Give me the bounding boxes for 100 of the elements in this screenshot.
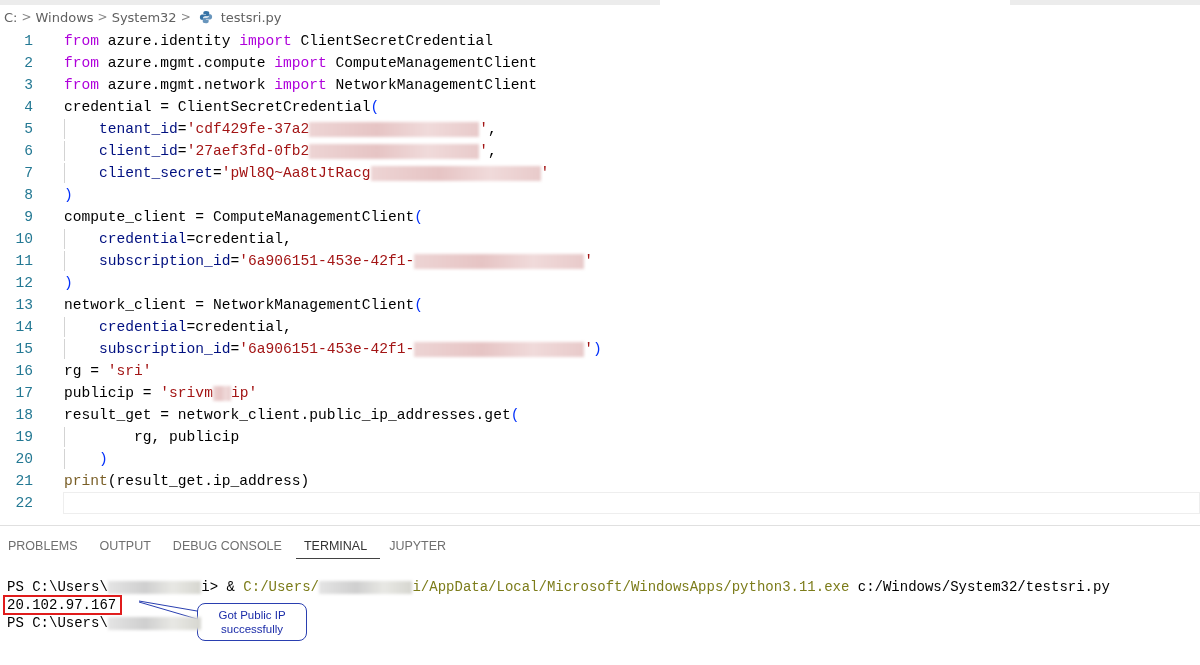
- code-token: (: [510, 407, 520, 423]
- code-token: subscription_id: [98, 341, 231, 357]
- line-number: 7: [23, 165, 33, 181]
- line-number: 16: [14, 363, 33, 379]
- code-token: print: [64, 473, 108, 489]
- code-token: '6a906151-453e-42f1-: [239, 253, 415, 269]
- line-number: 22: [14, 495, 33, 511]
- line-number: 10: [14, 231, 33, 247]
- code-token: publicip =: [64, 385, 153, 401]
- code-token: =: [230, 253, 240, 269]
- code-token: ): [64, 187, 73, 203]
- line-number: 2: [23, 55, 33, 71]
- code-token: azure.mgmt.compute: [106, 55, 267, 71]
- code-token: from: [64, 33, 100, 49]
- line-number: 19: [14, 429, 33, 445]
- code-token: =: [177, 143, 187, 159]
- terminal-text: 20.102.97.167: [7, 597, 117, 613]
- code-token: compute_client = ComputeManagementClient: [64, 209, 415, 225]
- breadcrumb-separator: >: [97, 10, 108, 24]
- code-token: ): [98, 451, 108, 467]
- code-token: ip': [230, 385, 258, 401]
- terminal-text: i> &: [201, 579, 236, 595]
- line-number: 6: [23, 143, 33, 159]
- code-token: ,: [488, 121, 497, 137]
- line-number: 21: [14, 473, 33, 489]
- panel-tab[interactable]: OUTPUT: [91, 533, 164, 559]
- line-number: 9: [23, 209, 33, 225]
- blurred-text: [212, 385, 231, 401]
- breadcrumb-item[interactable]: System32: [111, 9, 177, 25]
- code-token: ComputeManagementClient: [334, 55, 537, 71]
- code-token: client_id: [98, 143, 178, 159]
- code-token: client_secret: [98, 165, 213, 181]
- panel-tab[interactable]: TERMINAL: [295, 533, 381, 559]
- terminal-text: PS C:\Users\: [7, 615, 108, 631]
- callout-text: Got Public IP: [218, 608, 286, 622]
- code-token: import: [274, 77, 327, 93]
- line-number: 12: [14, 275, 33, 291]
- terminal-text: C:/Users/: [243, 579, 319, 595]
- panel-tab[interactable]: PROBLEMS: [0, 533, 91, 559]
- code-token: (: [414, 297, 424, 313]
- code-token: tenant_id: [98, 121, 178, 137]
- line-number: 1: [23, 33, 33, 49]
- code-token: credential = ClientSecretCredential: [64, 99, 371, 115]
- line-number: 14: [14, 319, 33, 335]
- code-token: ': [540, 165, 550, 181]
- breadcrumb-item[interactable]: testsri.py: [220, 9, 282, 25]
- terminal-text: i/AppData/Local/Microsoft/WindowsApps/python3.11.exe: [412, 579, 850, 595]
- code-token: credential: [98, 231, 187, 247]
- code-token: ': [479, 143, 488, 159]
- code-token: =: [230, 341, 240, 357]
- code-token: ,: [488, 143, 497, 159]
- code-token: =: [177, 121, 187, 137]
- panel-tab[interactable]: DEBUG CONSOLE: [164, 533, 295, 559]
- breadcrumb-item[interactable]: C:: [4, 9, 18, 25]
- line-number: 17: [14, 385, 33, 401]
- breadcrumb-item[interactable]: Windows: [35, 9, 94, 25]
- code-token: ): [593, 341, 602, 357]
- callout-text: successfully: [221, 622, 283, 636]
- code-token: (: [414, 209, 424, 225]
- line-number: 5: [23, 121, 33, 137]
- line-number: 20: [14, 451, 33, 467]
- code-token: ClientSecretCredential: [299, 33, 494, 49]
- terminal-text: c:/Windows/System32/testsri.py: [856, 579, 1110, 595]
- line-number: 4: [23, 99, 33, 115]
- code-token: (result_get.ip_address): [107, 473, 310, 489]
- code-token: (: [370, 99, 380, 115]
- line-number: 13: [14, 297, 33, 313]
- code-token: rg, publicip: [133, 429, 240, 445]
- code-token: ': [584, 341, 594, 357]
- code-token: =credential,: [186, 319, 292, 335]
- code-token: 'pWl8Q~Aa8tJtRacg: [221, 165, 371, 181]
- line-number: 8: [23, 187, 33, 203]
- breadcrumb-separator: >: [180, 10, 191, 24]
- code-token: ': [584, 253, 594, 269]
- code-token: result_get = network_client.public_ip_addresses.get: [64, 407, 511, 423]
- code-token: credential: [98, 319, 187, 335]
- code-token: '27aef3fd-0fb2: [186, 143, 310, 159]
- code-token: from: [64, 77, 100, 93]
- code-token: rg =: [64, 363, 101, 379]
- code-token: import: [239, 33, 292, 49]
- code-token: azure.mgmt.network: [106, 77, 267, 93]
- code-token: 'sri': [107, 363, 152, 379]
- python-icon: [198, 10, 213, 24]
- code-token: '6a906151-453e-42f1-: [239, 341, 415, 357]
- code-token: import: [274, 55, 327, 71]
- code-token: 'srivm: [160, 385, 213, 401]
- code-token: NetworkManagementClient: [334, 77, 537, 93]
- code-token: ': [479, 121, 488, 137]
- code-token: from: [64, 55, 100, 71]
- breadcrumb-separator: >: [21, 10, 32, 24]
- code-token: =credential,: [186, 231, 292, 247]
- code-token: azure.identity: [106, 33, 232, 49]
- line-number: 3: [23, 77, 33, 93]
- code-token: ): [64, 275, 73, 291]
- terminal-text: PS C:\Users\: [7, 579, 108, 595]
- code-token: =: [212, 165, 222, 181]
- line-number: 11: [14, 253, 33, 269]
- code-token: network_client = NetworkManagementClient: [64, 297, 415, 313]
- code-token: subscription_id: [98, 253, 231, 269]
- panel-tab[interactable]: JUPYTER: [381, 533, 460, 559]
